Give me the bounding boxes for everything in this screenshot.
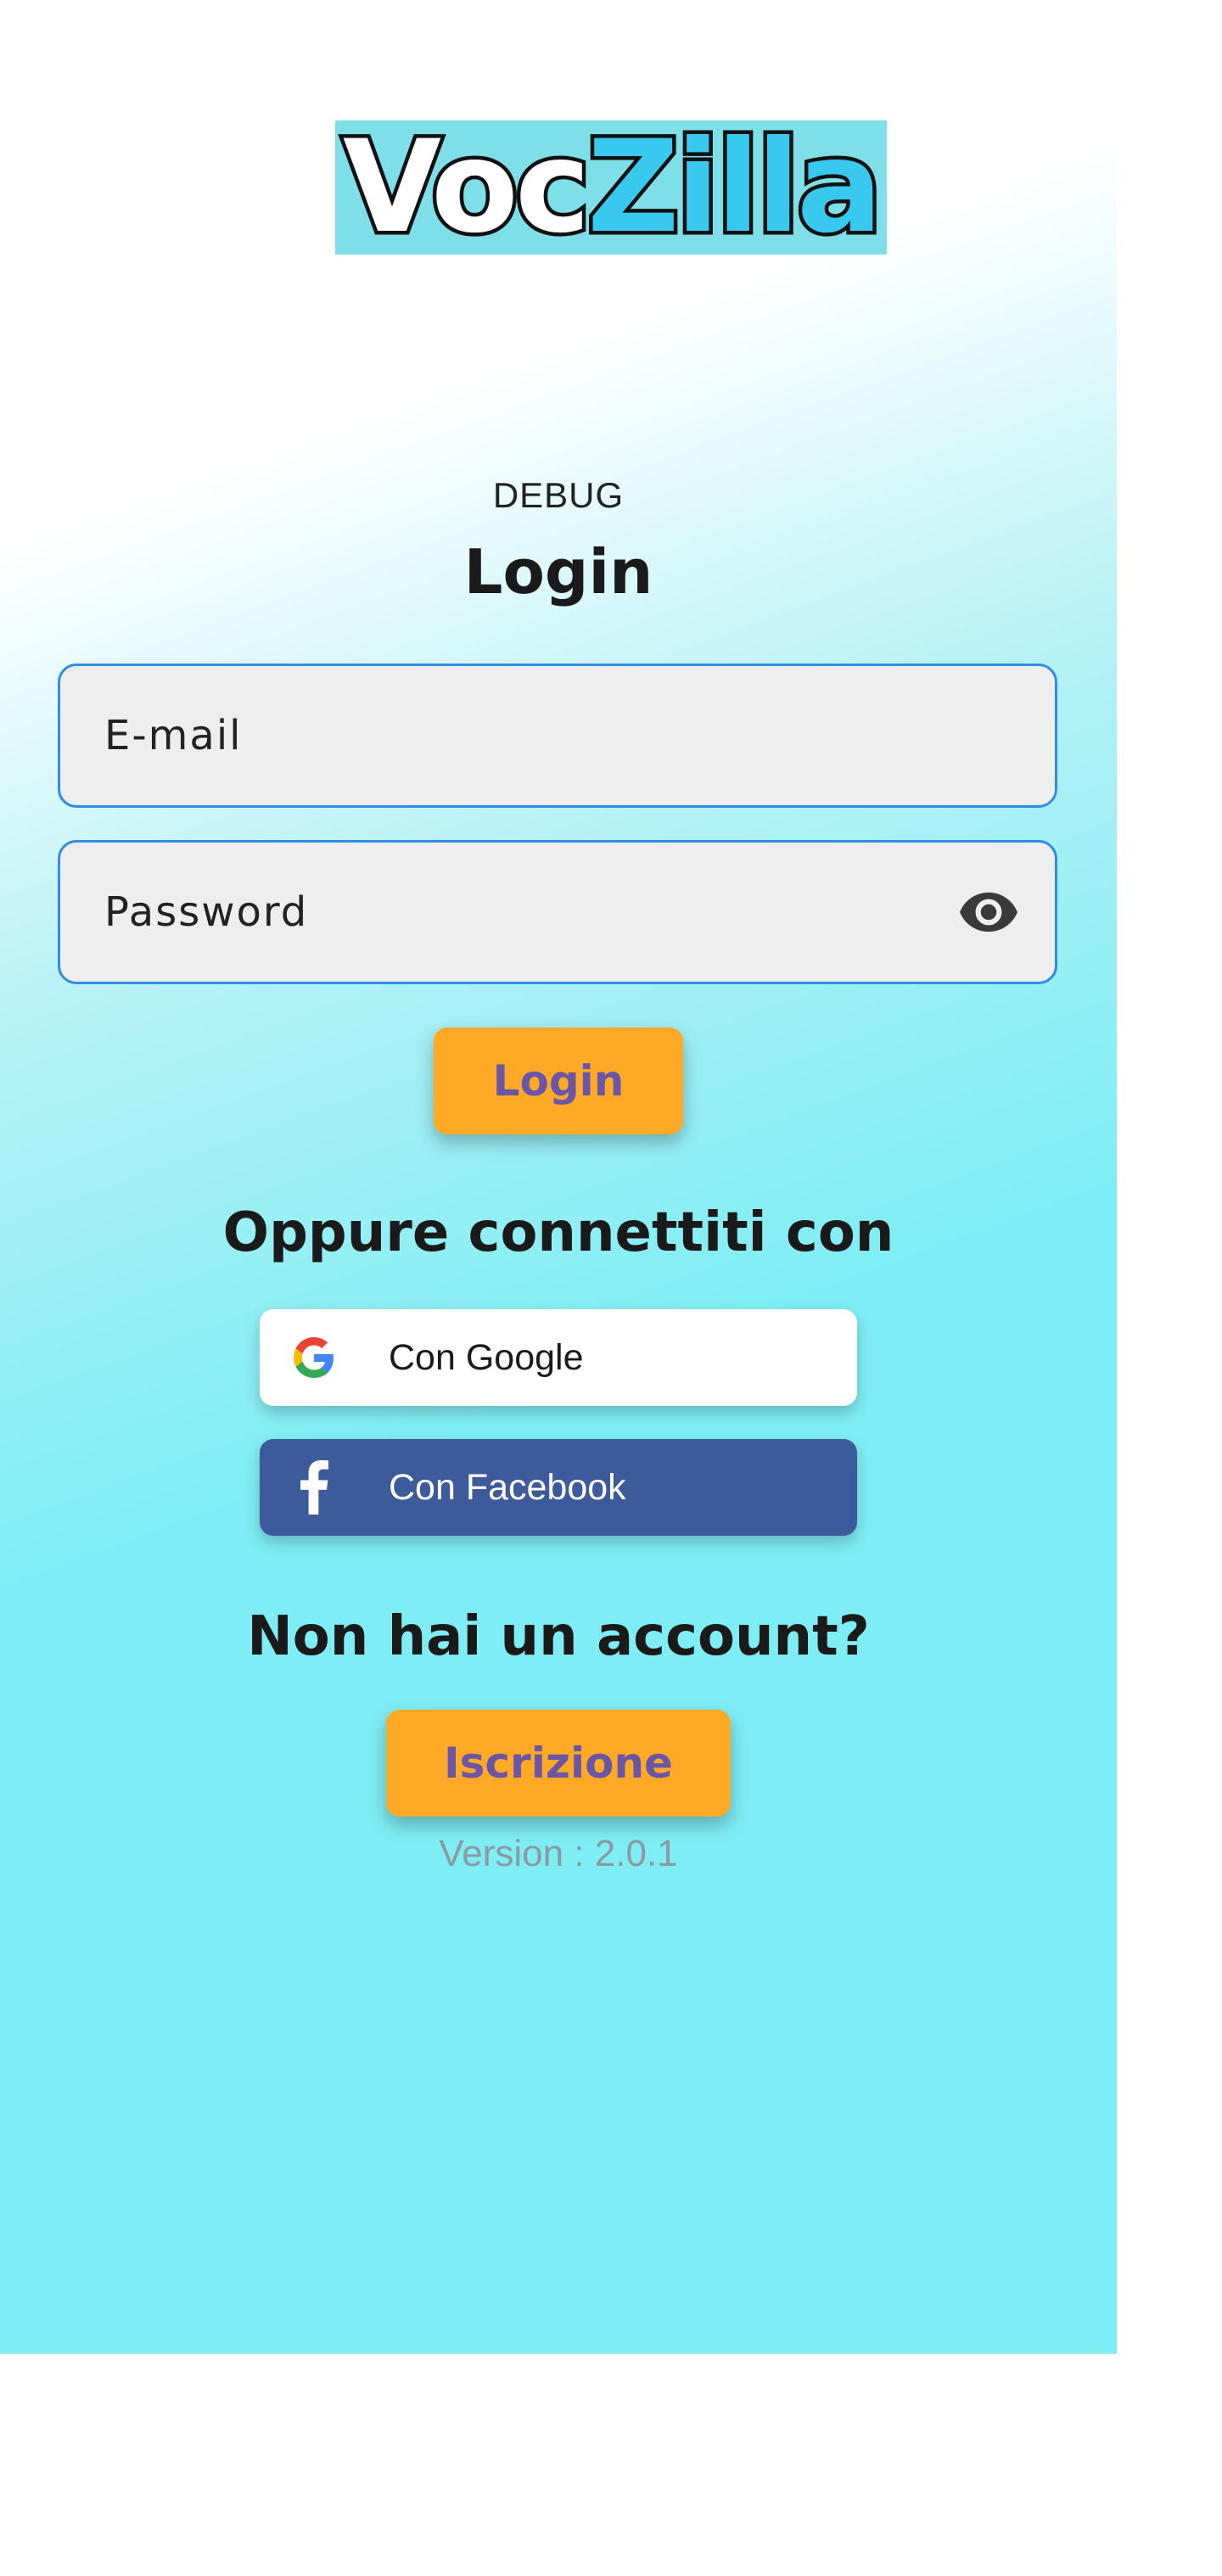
facebook-button-label: Con Facebook [389, 1466, 626, 1508]
app-logo: Voc Zilla [335, 120, 887, 255]
alt-login-heading: Oppure connettiti con [222, 1201, 894, 1264]
signup-button[interactable]: Iscrizione [386, 1710, 731, 1817]
password-visibility-toggle[interactable] [955, 878, 1023, 946]
arrow-left-icon [59, 171, 93, 205]
eye-icon [960, 892, 1017, 932]
password-field[interactable] [58, 840, 1057, 984]
login-screen: VocZilla DEBUG Login Login Oppure connet… [0, 0, 1117, 2354]
login-button[interactable]: Login [434, 1028, 683, 1134]
logo-text-voc: Voc [339, 114, 594, 261]
debug-label: DEBUG [492, 475, 625, 515]
facebook-icon [289, 1460, 339, 1515]
facebook-login-button[interactable]: Con Facebook [260, 1439, 857, 1536]
no-account-heading: Non hai un account? [247, 1605, 870, 1668]
page-title: Login [463, 536, 653, 608]
version-label: Version : 2.0.1 [439, 1833, 678, 1874]
email-field[interactable] [58, 664, 1057, 808]
password-input[interactable] [103, 842, 955, 983]
google-button-label: Con Google [389, 1336, 584, 1378]
back-button[interactable] [41, 153, 112, 224]
email-input[interactable] [103, 665, 1012, 806]
google-icon [289, 1332, 339, 1383]
logo-text-zilla: Zilla [583, 114, 886, 261]
google-login-button[interactable]: Con Google [260, 1309, 857, 1406]
